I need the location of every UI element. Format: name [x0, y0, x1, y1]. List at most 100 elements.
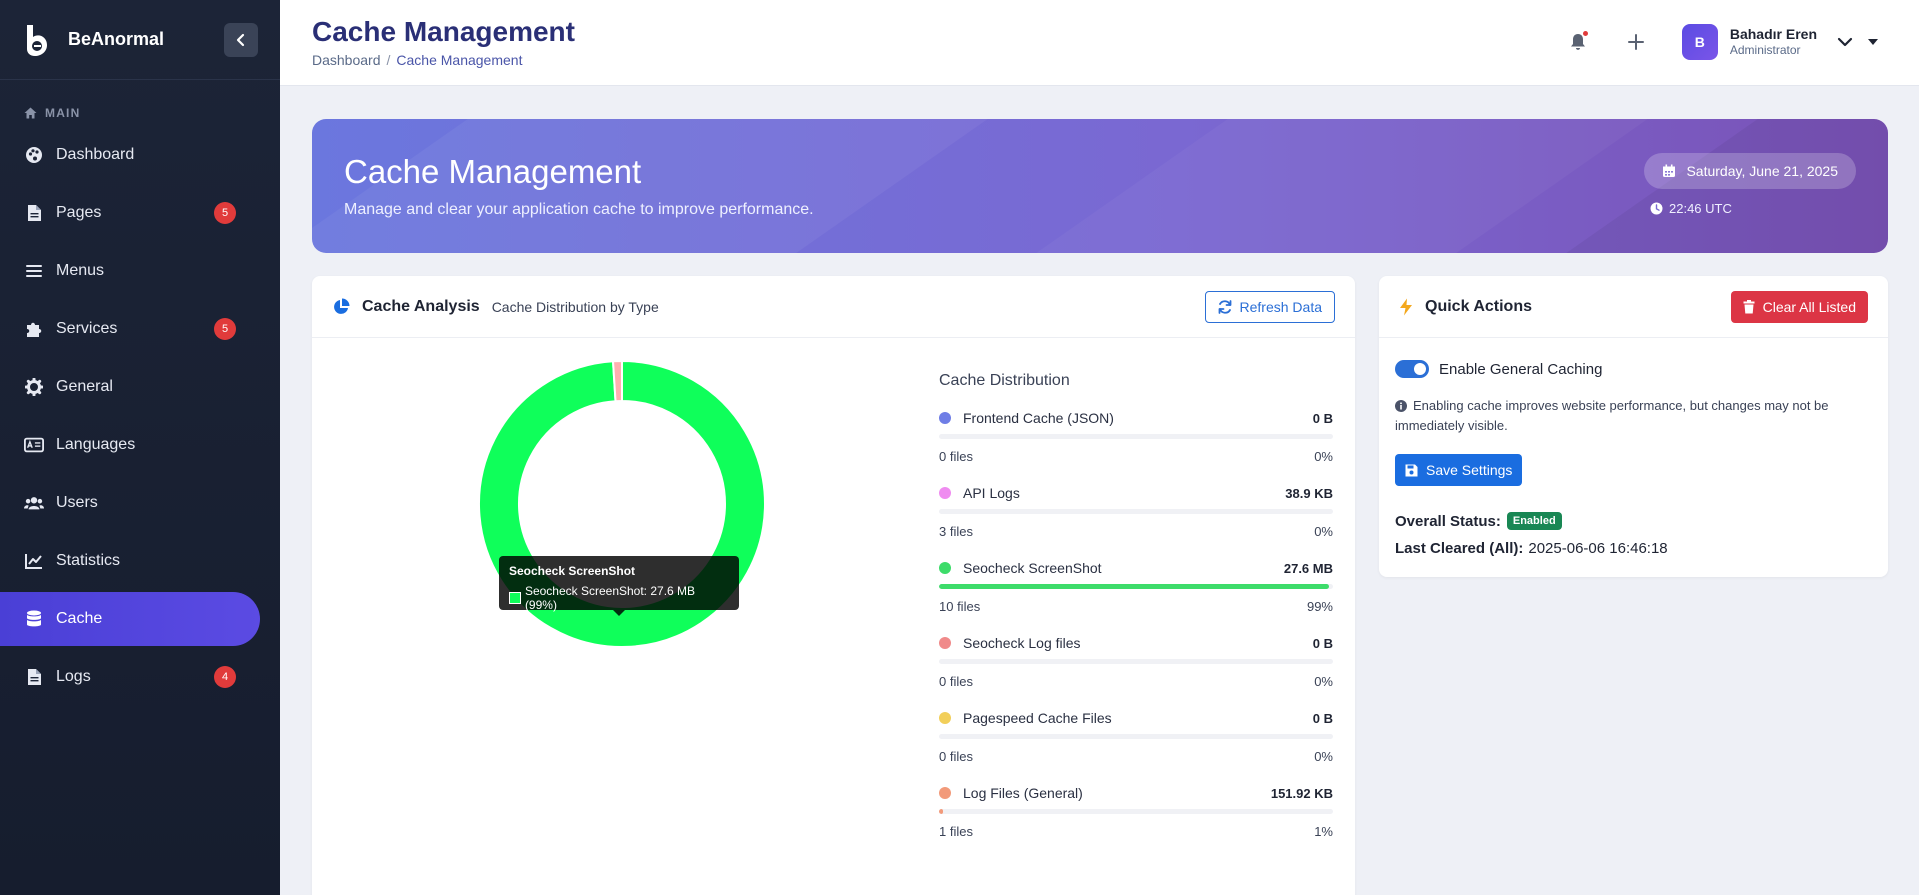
info-circle-icon [1395, 400, 1407, 412]
sidebar-collapse-button[interactable] [224, 22, 258, 57]
cache-type-files: 0 files [939, 449, 973, 464]
puzzle-icon [24, 319, 44, 339]
donut-slice-log-files-general[interactable] [611, 359, 623, 403]
clock-icon [1650, 202, 1663, 215]
sidebar-item-cache[interactable]: Cache [0, 592, 260, 646]
tooltip-swatch [509, 592, 521, 604]
cache-type-files: 0 files [939, 674, 973, 689]
breadcrumb-separator: / [386, 52, 391, 68]
cache-type-name: Frontend Cache (JSON) [963, 410, 1114, 426]
cache-distribution-item: Pagespeed Cache Files 0 B 0 files 0% [939, 708, 1333, 783]
cache-type-size: 0 B [1312, 410, 1333, 426]
user-dropdown-caret[interactable] [1867, 36, 1879, 48]
sidebar-item-pages[interactable]: Pages 5 [0, 186, 260, 240]
cache-type-name: Pagespeed Cache Files [963, 710, 1112, 726]
cache-type-files: 3 files [939, 524, 973, 539]
sidebar-item-label: Statistics [56, 552, 121, 569]
user-menu-toggle[interactable] [1835, 32, 1855, 52]
user-info[interactable]: Bahadır Eren Administrator [1730, 25, 1817, 59]
clear-all-listed-button[interactable]: Clear All Listed [1730, 290, 1868, 323]
quick-actions-card: Quick Actions Clear All Listed Enable Ge… [1379, 276, 1888, 577]
users-icon [24, 493, 44, 513]
cache-type-percent: 0% [1314, 749, 1333, 764]
chart-line-icon [24, 551, 44, 571]
sidebar-nav: Dashboard Pages 5 Menus Services 5 Gener… [0, 128, 280, 704]
sidebar-item-languages[interactable]: Languages [0, 418, 260, 472]
sidebar-item-label: Pages [56, 204, 102, 221]
save-icon [1405, 464, 1418, 476]
cache-analysis-title: Cache Analysis [362, 297, 480, 315]
cache-type-files: 0 files [939, 749, 973, 764]
enable-caching-row: Enable General Caching [1395, 360, 1602, 378]
cache-analysis-header: Cache Analysis Cache Distribution by Typ… [312, 276, 1355, 338]
bolt-icon [1400, 298, 1412, 315]
database-icon [24, 609, 44, 629]
brand-name[interactable]: BeAnormal [68, 29, 164, 50]
user-role: Administrator [1729, 43, 1801, 58]
brand-logo-icon[interactable] [22, 22, 50, 58]
caret-down-icon [1868, 39, 1878, 45]
sidebar-badge: 4 [214, 666, 236, 688]
enable-caching-label[interactable]: Enable General Caching [1439, 361, 1602, 378]
cache-type-name: API Logs [963, 485, 1020, 501]
save-settings-button[interactable]: Save Settings [1395, 454, 1523, 486]
plus-icon [1627, 34, 1644, 50]
cache-distribution-item: Seocheck ScreenShot 27.6 MB 10 files 99% [939, 558, 1333, 633]
cache-type-progress [939, 659, 1333, 664]
last-cleared-label: Last Cleared (All): [1395, 540, 1524, 557]
sidebar-item-label: Users [56, 494, 98, 511]
cache-type-progress-fill [939, 809, 943, 814]
cache-type-percent: 99% [1306, 599, 1333, 614]
sidebar-item-logs[interactable]: Logs 4 [0, 650, 260, 704]
sidebar-item-menus[interactable]: Menus [0, 244, 260, 298]
legend-dot [939, 787, 951, 799]
sidebar-item-general[interactable]: General [0, 360, 260, 414]
sidebar-item-label: Menus [56, 262, 105, 279]
hero-banner: Cache Management Manage and clear your a… [312, 119, 1888, 253]
brand: BeAnormal [0, 0, 280, 80]
hero-date: Saturday, June 21, 2025 [1686, 163, 1838, 179]
sidebar-item-users[interactable]: Users [0, 476, 260, 530]
cache-type-size: 27.6 MB [1283, 560, 1333, 576]
quick-actions-title: Quick Actions [1425, 297, 1532, 315]
cache-analysis-subtitle: Cache Distribution by Type [491, 298, 659, 315]
cache-type-percent: 0% [1314, 524, 1333, 539]
sidebar-item-label: Logs [56, 668, 91, 685]
breadcrumb-home-link[interactable]: Dashboard [312, 52, 381, 68]
cache-type-percent: 1% [1314, 824, 1333, 839]
sidebar-section-label: MAIN [0, 106, 280, 120]
sidebar-item-statistics[interactable]: Statistics [0, 534, 260, 588]
avatar[interactable]: B [1681, 24, 1718, 60]
language-icon [24, 435, 44, 455]
cache-type-size: 38.9 KB [1285, 485, 1333, 501]
top-actions: B Bahadır Eren Administrator [1566, 22, 1879, 62]
sidebar-item-dashboard[interactable]: Dashboard [0, 128, 260, 182]
palette-icon [24, 145, 44, 165]
sidebar-item-services[interactable]: Services 5 [0, 302, 260, 356]
calendar-icon [1663, 164, 1676, 177]
notifications-button[interactable] [1566, 30, 1590, 54]
refresh-data-button[interactable]: Refresh Data [1204, 290, 1335, 323]
cache-type-files: 10 files [939, 599, 981, 614]
cache-type-name: Seocheck ScreenShot [963, 560, 1102, 576]
chart-pie-icon [334, 298, 350, 314]
legend-dot [939, 487, 951, 499]
status-badge: Enabled [1506, 512, 1562, 530]
cache-distribution: Cache Distribution Frontend Cache (JSON)… [939, 372, 1333, 858]
overall-status-label: Overall Status: [1395, 512, 1501, 530]
cache-type-percent: 0% [1314, 674, 1333, 689]
add-button[interactable] [1624, 30, 1648, 54]
cache-analysis-card: Cache Analysis Cache Distribution by Typ… [312, 276, 1355, 895]
hero-subtitle: Manage and clear your application cache … [344, 201, 814, 218]
cache-info-text: Enabling cache improves website performa… [1395, 398, 1829, 434]
chevron-left-icon [236, 33, 245, 46]
tooltip-line: Seocheck ScreenShot: 27.6 MB (99%) [509, 584, 729, 612]
sidebar-item-label: Languages [56, 436, 136, 453]
cache-type-size: 0 B [1312, 635, 1333, 651]
hero-title: Cache Management [344, 153, 642, 190]
enable-caching-toggle[interactable] [1395, 360, 1429, 378]
cache-type-size: 0 B [1312, 710, 1333, 726]
sidebar-item-label: Cache [56, 610, 103, 627]
sidebar-badge: 5 [214, 202, 236, 224]
cache-type-size: 151.92 KB [1270, 785, 1333, 801]
